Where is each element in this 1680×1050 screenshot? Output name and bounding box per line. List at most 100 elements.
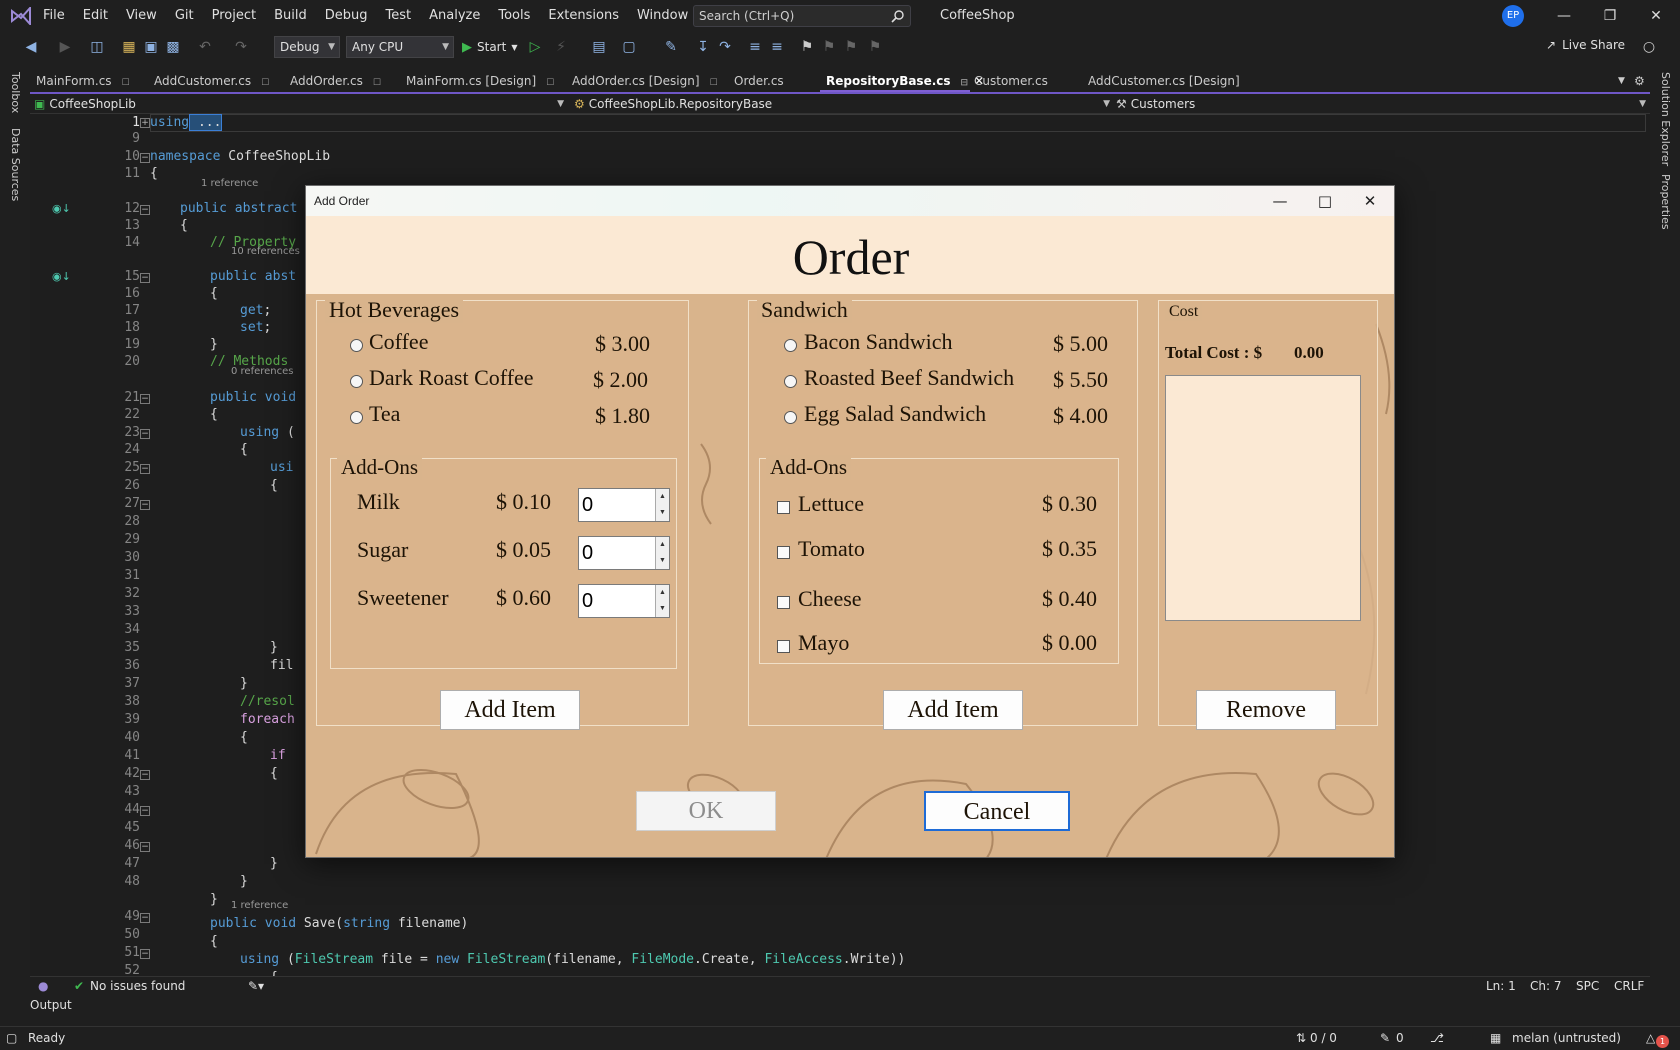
new-project-icon[interactable]: ◫ (88, 38, 106, 56)
step-over-icon[interactable]: ↷ (716, 38, 734, 56)
pin-icon[interactable]: ☐ (710, 78, 718, 88)
previous-bookmark-icon[interactable]: ⚑ (820, 38, 838, 56)
configuration-select[interactable]: Debug ▼ (274, 36, 340, 58)
settings-gear-icon[interactable]: ⚙ (1634, 70, 1645, 92)
collapse-icon[interactable]: − (140, 205, 150, 215)
menu-analyze[interactable]: Analyze (420, 0, 489, 32)
toolbox-tab[interactable]: Toolbox (9, 72, 22, 113)
sync-arrows-icon[interactable]: ⇅ (1296, 1031, 1306, 1045)
code-lens-reference[interactable]: 1 reference (201, 178, 258, 189)
roasted-beef-sandwich-radio[interactable] (784, 375, 797, 388)
output-tab[interactable]: Output (30, 998, 72, 1012)
collapse-icon[interactable]: − (140, 806, 150, 816)
egg-salad-sandwich-label[interactable]: Egg Salad Sandwich (804, 401, 986, 427)
platform-select[interactable]: Any CPU ▼ (346, 36, 454, 58)
browse-icon[interactable]: ▤ (590, 38, 608, 56)
commit-count[interactable]: 0 / 0 (1310, 1031, 1337, 1045)
expand-icon[interactable]: + (140, 118, 150, 128)
menu-build[interactable]: Build (265, 0, 316, 32)
decrement-icon[interactable]: ▼ (655, 601, 669, 617)
mayo-label[interactable]: Mayo (798, 630, 849, 656)
clear-bookmarks-icon[interactable]: ⚑ (866, 38, 884, 56)
cheese-checkbox[interactable] (777, 596, 790, 609)
increment-icon[interactable]: ▲ (655, 537, 669, 553)
spell-check-icon[interactable]: ✎ (662, 38, 680, 56)
implementation-marker-icon[interactable]: ◉↓ (52, 202, 71, 215)
add-beverage-button[interactable]: Add Item (440, 690, 580, 730)
cancel-button[interactable]: Cancel (924, 791, 1070, 831)
lettuce-label[interactable]: Lettuce (798, 491, 864, 517)
step-into-icon[interactable]: ↧ (694, 38, 712, 56)
tab-overflow-icon[interactable]: ▼ (1618, 70, 1625, 92)
menu-debug[interactable]: Debug (316, 0, 377, 32)
open-folder-icon[interactable]: ▦ (120, 38, 138, 56)
tab-mainform-design[interactable]: MainForm.cs [Design] ☐ (400, 70, 568, 92)
indent-icon[interactable]: ≡ (746, 38, 764, 56)
minimize-icon[interactable]: — (1541, 2, 1587, 30)
solution-explorer-tab[interactable]: Solution Explorer (1659, 72, 1672, 166)
increment-icon[interactable]: ▲ (655, 489, 669, 505)
data-sources-tab[interactable]: Data Sources (9, 128, 22, 201)
bacon-sandwich-label[interactable]: Bacon Sandwich (804, 329, 952, 355)
milk-quantity-stepper[interactable]: 0 ▲ ▼ (578, 488, 670, 522)
output-window-icon[interactable]: ▢ (6, 1031, 17, 1045)
tab-addcustomer-cs[interactable]: AddCustomer.cs ☐ (148, 70, 280, 92)
implementation-marker-icon[interactable]: ◉↓ (52, 270, 71, 283)
decrement-icon[interactable]: ▼ (655, 505, 669, 521)
sugar-quantity-stepper[interactable]: 0 ▲ ▼ (578, 536, 670, 570)
pencil-icon[interactable]: ✎ (1380, 1031, 1390, 1045)
layout-icon[interactable]: ▢ (620, 38, 638, 56)
menu-edit[interactable]: Edit (74, 0, 117, 32)
minimize-icon[interactable]: — (1258, 186, 1302, 216)
roasted-beef-sandwich-label[interactable]: Roasted Beef Sandwich (804, 365, 1014, 391)
coffee-label[interactable]: Coffee (369, 329, 428, 355)
tab-repositorybase-cs[interactable]: RepositoryBase.cs ⊟ ✕ (820, 70, 984, 92)
pin-icon[interactable]: ☐ (261, 78, 269, 88)
dark-roast-coffee-label[interactable]: Dark Roast Coffee (369, 365, 534, 391)
collapse-icon[interactable]: − (140, 842, 150, 852)
sweetener-quantity-stepper[interactable]: 0 ▲ ▼ (578, 584, 670, 618)
collapse-icon[interactable]: − (140, 273, 150, 283)
collapse-icon[interactable]: − (140, 464, 150, 474)
collapse-icon[interactable]: − (140, 394, 150, 404)
line-ending-indicator[interactable]: CRLF (1614, 979, 1644, 993)
menu-tools[interactable]: Tools (489, 0, 539, 32)
menu-git[interactable]: Git (166, 0, 203, 32)
menu-view[interactable]: View (117, 0, 166, 32)
type-dropdown[interactable]: ⚙ CoffeeShopLib.RepositoryBase ▼ (574, 94, 1114, 114)
egg-salad-sandwich-radio[interactable] (784, 411, 797, 424)
order-items-list[interactable] (1165, 375, 1361, 621)
notifications-bell-icon[interactable]: △ (1646, 1031, 1655, 1045)
start-button[interactable]: ▶ Start ▼ (462, 37, 517, 57)
feedback-icon[interactable]: ○ (1640, 38, 1658, 56)
tab-customer-cs[interactable]: Customer.cs (968, 70, 1078, 92)
pin-icon[interactable]: ☐ (122, 78, 130, 88)
ok-button[interactable]: OK (636, 791, 776, 831)
next-bookmark-icon[interactable]: ⚑ (842, 38, 860, 56)
menu-test[interactable]: Test (377, 0, 421, 32)
collapse-icon[interactable]: − (140, 153, 150, 163)
bookmark-icon[interactable]: ⚑ (798, 38, 816, 56)
collapsed-region[interactable]: ... (189, 114, 223, 131)
pending-changes-count[interactable]: 0 (1396, 1031, 1404, 1045)
issues-status[interactable]: No issues found (90, 979, 185, 993)
hot-reload-icon[interactable]: ⚡ (552, 38, 570, 56)
save-all-icon[interactable]: ▩ (164, 38, 182, 56)
tab-addorder-design[interactable]: AddOrder.cs [Design] ☐ (566, 70, 736, 92)
remove-button[interactable]: Remove (1196, 690, 1336, 730)
coffee-radio[interactable] (350, 339, 363, 352)
git-branch-icon[interactable]: ⎇ (1430, 1031, 1444, 1045)
repository-name[interactable]: melan (untrusted) (1512, 1031, 1621, 1045)
restore-icon[interactable]: ❐ (1587, 2, 1633, 30)
close-icon[interactable]: ✕ (1348, 186, 1392, 216)
bacon-sandwich-radio[interactable] (784, 339, 797, 352)
pin-icon[interactable]: ☐ (546, 78, 554, 88)
properties-tab[interactable]: Properties (1659, 174, 1672, 230)
menu-extensions[interactable]: Extensions (539, 0, 628, 32)
code-lens-reference[interactable]: 0 references (231, 366, 294, 377)
undo-icon[interactable]: ↶ (196, 38, 214, 56)
tomato-checkbox[interactable] (777, 546, 790, 559)
dialog-title-bar[interactable]: Add Order — □ ✕ (306, 186, 1394, 216)
cheese-label[interactable]: Cheese (798, 586, 862, 612)
navigate-forward-icon[interactable]: ▶ (56, 38, 74, 56)
